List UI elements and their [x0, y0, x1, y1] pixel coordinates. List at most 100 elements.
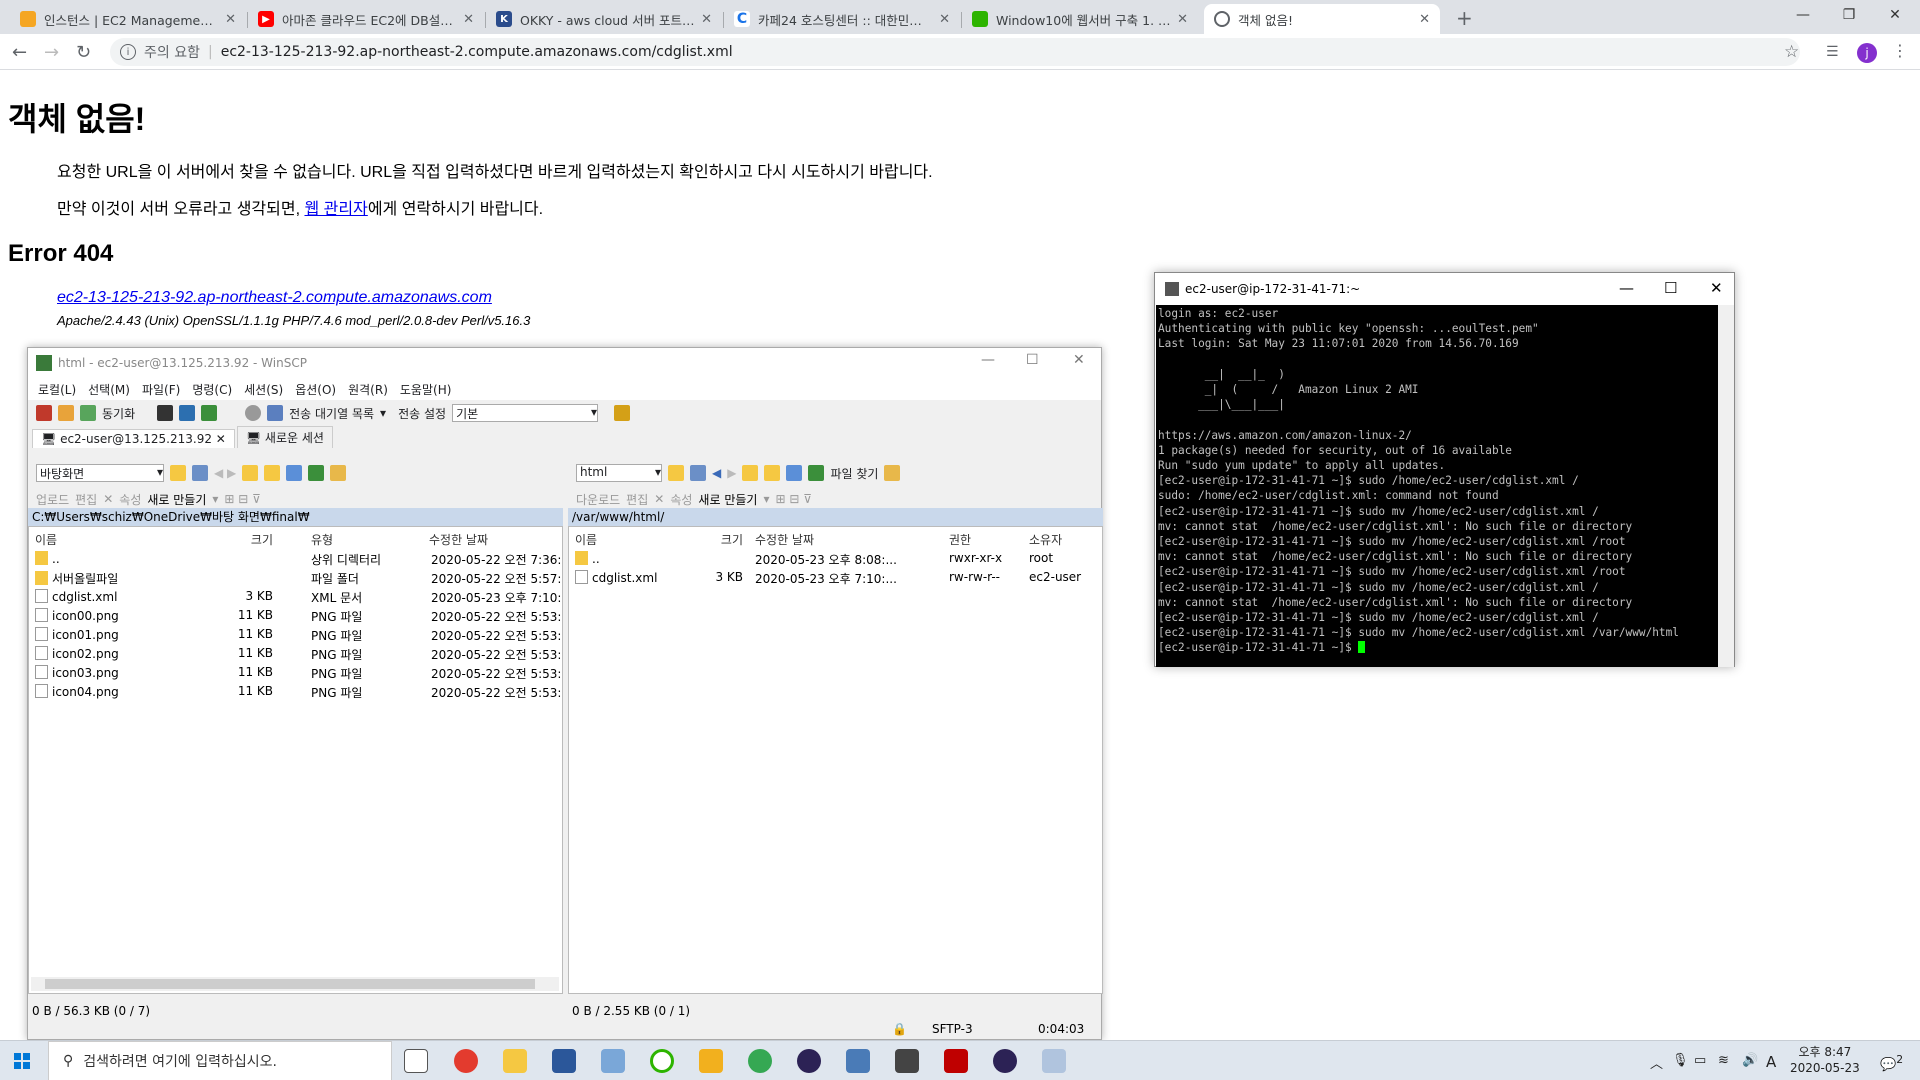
scrollbar-thumb[interactable] — [45, 979, 535, 989]
parent-dir-icon[interactable] — [242, 465, 259, 481]
address-url[interactable]: ec2-13-125-213-92.ap-northeast-2.compute… — [221, 44, 733, 60]
microphone-icon[interactable]: 🎙 — [1672, 1053, 1689, 1068]
file-row-date[interactable]: 2020-05-22 오전 5:53: — [431, 608, 561, 625]
console-icon[interactable] — [157, 405, 174, 421]
bookmark-star-icon[interactable]: ☆ — [1784, 42, 1799, 62]
col-permissions[interactable]: 권한 — [949, 531, 971, 548]
terminal-scrollbar[interactable] — [1718, 305, 1734, 667]
wifi-icon[interactable]: ≋ — [1718, 1053, 1729, 1068]
file-row-date[interactable]: 2020-05-23 오후 7:10: — [431, 589, 561, 606]
file-row-size[interactable]: 11 KB — [209, 608, 273, 622]
home-icon[interactable] — [286, 465, 303, 481]
properties-button[interactable]: 속성 — [670, 491, 692, 508]
profile-avatar[interactable]: j — [1857, 43, 1877, 63]
select-all-icon[interactable]: ⊞ ⊟ ⊽ — [775, 492, 812, 506]
putty-titlebar[interactable]: ec2-user@ip-172-31-41-71:~ — [1155, 273, 1734, 305]
filter-icon[interactable] — [690, 465, 706, 481]
window-close-icon[interactable]: ✕ — [1872, 0, 1918, 30]
queue-icon[interactable] — [267, 405, 284, 421]
notepad-icon[interactable] — [601, 1049, 625, 1073]
tray-chevron-icon[interactable]: ︿ — [1650, 1053, 1663, 1072]
sync-app-icon[interactable] — [650, 1049, 674, 1073]
webmaster-link[interactable]: 웹 관리자 — [304, 201, 367, 218]
ime-indicator[interactable]: A — [1766, 1053, 1776, 1071]
winscp-minimize-icon[interactable]: — — [981, 352, 995, 368]
file-row-perm[interactable]: rwxr-xr-x — [949, 551, 1002, 565]
right-path[interactable]: /var/www/html/ — [568, 508, 1103, 526]
word-icon[interactable] — [552, 1049, 576, 1073]
transfer-settings-select[interactable]: 기본 ▾ — [452, 404, 599, 422]
tab-close-icon[interactable]: ✕ — [701, 12, 712, 27]
transfer-options-icon[interactable] — [614, 405, 631, 421]
col-owner[interactable]: 소유자 — [1029, 531, 1062, 548]
file-row-name[interactable]: .. — [575, 551, 600, 566]
file-explorer-icon[interactable] — [503, 1049, 527, 1073]
file-row-name[interactable]: cdglist.xml — [35, 589, 117, 604]
open-folder-icon[interactable] — [170, 465, 186, 481]
back-icon[interactable]: ◀ — [712, 466, 721, 480]
root-dir-icon[interactable] — [764, 465, 781, 481]
edit-button[interactable]: 편집 — [75, 491, 97, 508]
eclipse-icon[interactable] — [797, 1049, 821, 1073]
chevron-down-icon[interactable]: ▾ — [212, 492, 218, 506]
kebab-menu-icon[interactable]: ⋮ — [1892, 41, 1908, 60]
task-view-icon[interactable] — [404, 1049, 428, 1073]
dropdown-arrow-icon[interactable]: ▾ — [380, 406, 386, 420]
file-row-date[interactable]: 2020-05-22 오전 5:53: — [431, 646, 561, 663]
windows-start-icon[interactable] — [14, 1053, 30, 1069]
tab-close-icon[interactable]: ✕ — [225, 12, 236, 27]
select-all-icon[interactable]: ⊞ ⊟ ⊽ — [224, 492, 261, 506]
browser-tab-ec2[interactable]: 인스턴스 | EC2 Management Co ✕ — [10, 4, 246, 34]
menu-select[interactable]: 선택(M) — [88, 381, 130, 398]
winscp-close-icon[interactable]: ✕ — [1073, 352, 1085, 368]
new-button[interactable]: 새로 만들기 — [147, 491, 206, 508]
menu-remote[interactable]: 원격(R) — [348, 381, 388, 398]
new-tab-plus-icon[interactable]: + — [1456, 6, 1473, 30]
find-files-button[interactable]: 파일 찾기 — [830, 465, 878, 482]
right-location-select[interactable]: html ▾ — [576, 464, 662, 482]
tab-close-icon[interactable]: ✕ — [1177, 12, 1188, 27]
sync-icon[interactable] — [80, 405, 96, 421]
left-location-select[interactable]: 바탕화면 ▾ — [36, 464, 164, 482]
file-row-name[interactable]: icon03.png — [35, 665, 119, 680]
file-row-name[interactable]: icon01.png — [35, 627, 119, 642]
col-modified[interactable]: 수정한 날짜 — [429, 531, 488, 548]
filter-icon[interactable] — [192, 465, 208, 481]
compare-dirs-icon[interactable] — [36, 405, 52, 421]
menu-session[interactable]: 세션(S) — [244, 381, 283, 398]
settings-gear-icon[interactable] — [245, 405, 262, 421]
file-row-size[interactable]: 11 KB — [209, 665, 273, 679]
file-row-owner[interactable]: root — [1029, 551, 1053, 565]
file-row-size[interactable]: 11 KB — [209, 627, 273, 641]
file-row-perm[interactable]: rw-rw-r-- — [949, 570, 1000, 584]
session-tab-ec2[interactable]: 🖥 ec2-user@13.125.213.92 ✕ — [32, 429, 235, 448]
menu-file[interactable]: 파일(F) — [142, 381, 180, 398]
eclipse-2-icon[interactable] — [993, 1049, 1017, 1073]
file-row-date[interactable]: 2020-05-22 오전 5:53: — [431, 627, 561, 644]
xampp-icon[interactable] — [699, 1049, 723, 1073]
winscp-titlebar[interactable]: html - ec2-user@13.125.213.92 - WinSCP — [28, 348, 1101, 378]
notification-center-icon[interactable]: 💬2 — [1880, 1053, 1903, 1072]
back-icon[interactable]: ◀ ▶ — [214, 466, 236, 480]
sync-button[interactable]: 동기화 — [102, 405, 135, 422]
chevron-down-icon[interactable]: ▾ — [763, 492, 769, 506]
refresh-icon[interactable] — [308, 465, 325, 481]
file-row-type[interactable]: 파일 폴더 — [311, 570, 359, 587]
download-button[interactable]: 다운로드 — [576, 491, 620, 508]
security-warning[interactable]: 주의 요함 — [144, 42, 200, 62]
open-folder-icon[interactable] — [668, 465, 684, 481]
back-arrow-icon[interactable]: ← — [12, 42, 27, 63]
forward-arrow-icon[interactable]: → — [44, 42, 59, 63]
system-clock[interactable]: 오후 8:47 2020-05-23 — [1790, 1044, 1860, 1076]
maps-app-icon[interactable] — [748, 1049, 772, 1073]
paint-icon[interactable] — [1042, 1049, 1066, 1073]
file-row-type[interactable]: XML 문서 — [311, 589, 362, 606]
root-dir-icon[interactable] — [264, 465, 281, 481]
properties-button[interactable]: 속성 — [119, 491, 141, 508]
file-row-type[interactable]: PNG 파일 — [311, 608, 362, 625]
host-link[interactable]: ec2-13-125-213-92.ap-northeast-2.compute… — [57, 289, 492, 307]
horizontal-scrollbar[interactable] — [31, 977, 559, 991]
putty-minimize-icon[interactable]: — — [1619, 279, 1634, 297]
home-icon[interactable] — [786, 465, 803, 481]
file-row-size[interactable]: 11 KB — [209, 646, 273, 660]
